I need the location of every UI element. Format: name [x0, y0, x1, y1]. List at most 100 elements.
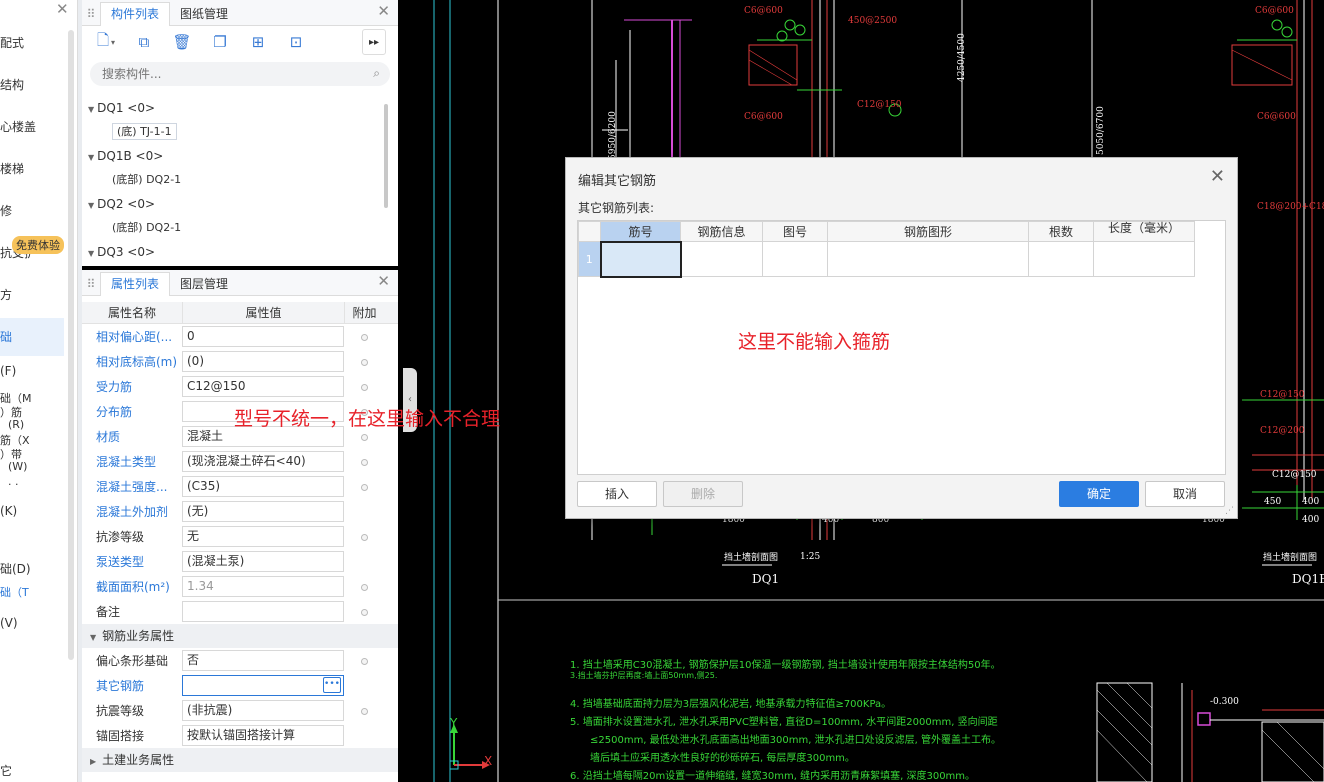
left-nav-item[interactable]: (R) [8, 418, 24, 431]
tab-component-list[interactable]: 构件列表 [100, 2, 171, 26]
floor-copy-icon[interactable]: ⊞ [244, 29, 272, 55]
section-rebar-properties[interactable]: ▼ 钢筋业务属性 [82, 624, 398, 648]
left-nav-item[interactable]: 心楼盖 [0, 118, 36, 135]
attribute-row[interactable]: 抗震等级 (非抗震) [82, 698, 398, 723]
attribute-row[interactable]: 抗渗等级 无 [82, 524, 398, 549]
tree-item-selected[interactable]: (底) TJ-1-1 [82, 120, 382, 144]
cell-figure-no[interactable] [762, 241, 828, 277]
left-nav-item[interactable]: · · [8, 478, 19, 491]
attribute-row[interactable]: 锚固搭接 按默认锚固搭接计算 [82, 723, 398, 748]
left-nav-item-active[interactable]: 础 [0, 318, 64, 356]
extra-radio-icon[interactable] [360, 707, 368, 715]
attribute-value-field[interactable]: (0) [182, 351, 344, 372]
tree-scrollbar[interactable] [384, 104, 388, 208]
free-trial-badge[interactable]: 免费体验 [12, 236, 64, 254]
extra-radio-icon[interactable] [360, 383, 368, 391]
left-nav-item[interactable]: 修 [0, 202, 12, 219]
attribute-row[interactable]: 截面面积(m²) 1.34 [82, 574, 398, 599]
tree-item[interactable]: (底部) DQ2-1 [82, 216, 382, 240]
attribute-value-field[interactable]: (无) [182, 501, 344, 522]
row-number[interactable]: 1 [578, 241, 601, 277]
caret-down-icon[interactable]: ▼ [88, 249, 94, 258]
extra-radio-icon[interactable] [360, 458, 368, 466]
caret-down-icon[interactable]: ▼ [88, 105, 94, 114]
delete-button[interactable]: 删除 [663, 481, 743, 507]
tree-item[interactable]: (底部) DQ2-1 [82, 168, 382, 192]
extra-radio-icon[interactable] [360, 433, 368, 441]
attribute-extra-cell[interactable] [344, 580, 384, 594]
attribute-value-field[interactable]: 无 [182, 526, 344, 547]
attribute-row[interactable]: 偏心条形基础 否 [82, 648, 398, 673]
left-nav-item[interactable]: 楼梯 [0, 160, 24, 177]
attribute-extra-cell[interactable] [344, 430, 384, 444]
attribute-row[interactable]: 泵送类型 (混凝土泵) [82, 549, 398, 574]
attribute-row[interactable]: 混凝土强度... (C35) [82, 474, 398, 499]
copy-component-icon[interactable]: ⧉ [130, 29, 158, 55]
drag-grip-icon[interactable]: ⠿ [82, 273, 100, 295]
extra-radio-icon[interactable] [360, 533, 368, 541]
attribute-extra-cell[interactable] [344, 380, 384, 394]
left-nav-item[interactable]: 础（T [0, 584, 29, 600]
tab-layer-management[interactable]: 图层管理 [170, 273, 238, 295]
left-nav-item[interactable]: (V) [0, 616, 18, 630]
attribute-value-field[interactable] [182, 601, 344, 622]
attribute-row[interactable]: 其它钢筋 ••• [82, 673, 398, 698]
tree-group[interactable]: ▼ DQ1B <0> [82, 144, 382, 168]
left-nav-item[interactable]: (F) [0, 364, 16, 378]
attribute-extra-cell[interactable] [344, 330, 384, 344]
attribute-row[interactable]: 混凝土外加剂 (无) [82, 499, 398, 524]
left-nav-scrollbar[interactable] [68, 30, 74, 660]
attribute-extra-cell[interactable] [344, 530, 384, 544]
attribute-row[interactable]: 受力筋 C12@150 [82, 374, 398, 399]
attribute-value-field[interactable]: (C35) [182, 476, 344, 497]
col-header-bar-number[interactable]: 筋号 [600, 221, 681, 242]
tree-group[interactable]: ▼ DQ3 <0> [82, 240, 382, 264]
caret-down-icon[interactable]: ▼ [90, 633, 96, 642]
attribute-extra-cell[interactable] [344, 605, 384, 619]
tree-group[interactable]: ▼ DQ2 <0> [82, 192, 382, 216]
component-search-box[interactable]: ⌕ [90, 62, 390, 86]
rebar-grid[interactable]: 筋号 钢筋信息 图号 钢筋图形 根数 长度（毫米） 1 这里不能输入箍筋 [577, 220, 1226, 475]
tab-attribute-list[interactable]: 属性列表 [100, 272, 171, 296]
extra-radio-icon[interactable] [360, 583, 368, 591]
delete-component-icon[interactable]: 🗑 [168, 29, 196, 55]
cell-rebar-shape[interactable] [827, 241, 1029, 277]
col-header-figure-no[interactable]: 图号 [762, 221, 828, 242]
component-search-input[interactable] [90, 62, 390, 86]
col-header-rebar-info[interactable]: 钢筋信息 [680, 221, 763, 242]
left-nav-item[interactable]: (K) [0, 504, 17, 518]
edit-component-icon[interactable]: ⊡ [282, 29, 310, 55]
new-component-icon[interactable]: 🗋 ▾ [92, 29, 120, 55]
left-nav-item[interactable]: 础(D) [0, 560, 31, 577]
search-icon[interactable]: ⌕ [373, 66, 380, 81]
attribute-value-field[interactable]: C12@150 [182, 376, 344, 397]
attribute-row[interactable]: 备注 [82, 599, 398, 624]
ellipsis-icon[interactable]: ••• [323, 677, 341, 693]
left-nav-close-icon[interactable]: ✕ [56, 0, 69, 18]
left-nav-item[interactable]: 配式 [0, 34, 24, 51]
col-header-length[interactable]: 长度（毫米） [1093, 221, 1195, 242]
caret-down-icon[interactable]: ▼ [88, 153, 94, 162]
attribute-extra-cell[interactable] [344, 654, 384, 668]
attribute-value-field[interactable]: (混凝土泵) [182, 551, 344, 572]
attribute-row[interactable]: 混凝土类型 (现浇混凝土碎石<40) [82, 449, 398, 474]
drag-grip-icon[interactable]: ⠿ [82, 3, 100, 25]
extra-radio-icon[interactable] [360, 333, 368, 341]
tree-group[interactable]: ▼ DQ1 <0> [82, 96, 382, 120]
attribute-extra-cell[interactable] [344, 704, 384, 718]
ok-button[interactable]: 确定 [1059, 481, 1139, 507]
col-header-count[interactable]: 根数 [1028, 221, 1094, 242]
attribute-row[interactable]: 相对底标高(m) (0) [82, 349, 398, 374]
attribute-extra-cell[interactable] [344, 480, 384, 494]
resize-grip-icon[interactable]: ⋰ [1225, 506, 1234, 516]
attribute-extra-cell[interactable] [344, 355, 384, 369]
extra-radio-icon[interactable] [360, 483, 368, 491]
left-nav-item[interactable]: (W) [8, 460, 27, 473]
attribute-value-field[interactable]: 0 [182, 326, 344, 347]
close-icon[interactable]: ✕ [1210, 166, 1225, 187]
left-nav-item[interactable]: 方 [0, 286, 12, 303]
cell-count[interactable] [1028, 241, 1094, 277]
attribute-value-field[interactable]: (现浇混凝土碎石<40) [182, 451, 344, 472]
left-nav-item[interactable]: 结构 [0, 76, 24, 93]
attribute-value-field[interactable]: 按默认锚固搭接计算 [182, 725, 344, 746]
